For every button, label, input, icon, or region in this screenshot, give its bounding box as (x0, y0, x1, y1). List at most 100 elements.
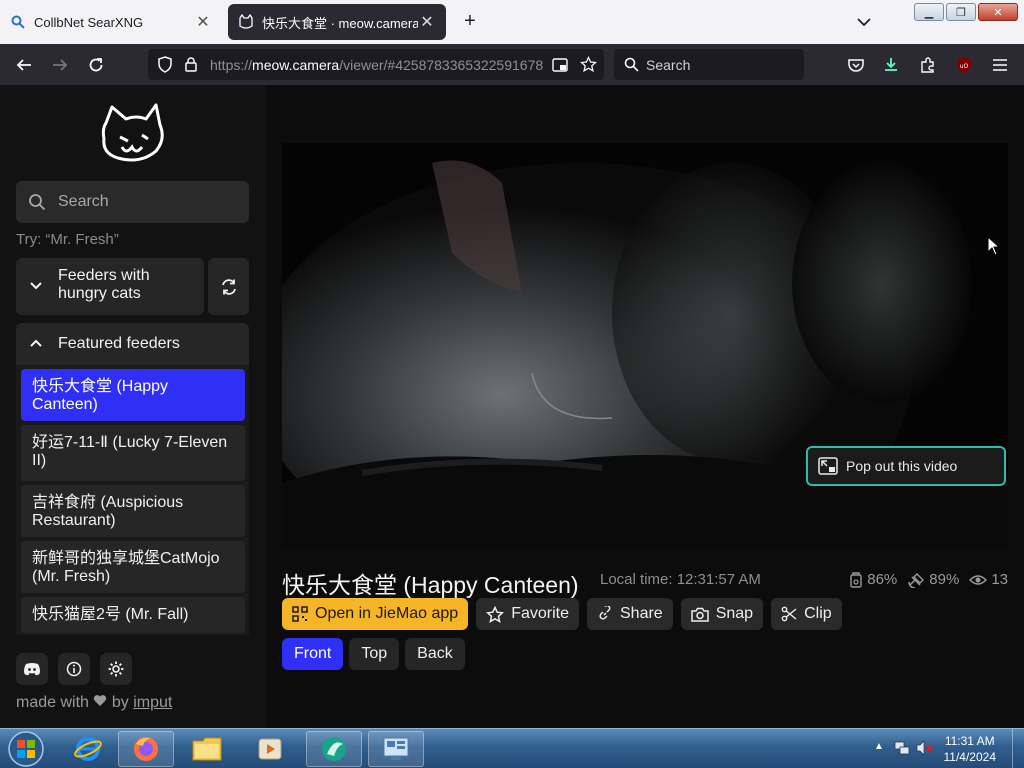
windows-orb-icon (8, 731, 44, 767)
pop-out-video-button[interactable]: Pop out this video (806, 446, 1006, 486)
video-frame (282, 143, 1008, 549)
clock-time: 11:31 AM (944, 734, 995, 748)
taskbar-internet-explorer[interactable] (60, 731, 116, 767)
info-icon (66, 661, 82, 677)
featured-feeders-toggle[interactable]: Featured feeders (16, 323, 249, 365)
restore-button[interactable]: ❐ (946, 3, 976, 21)
tab-label: CollbNet SearXNG (34, 14, 144, 30)
qr-code-icon (292, 606, 308, 622)
address-bar[interactable]: https://meow.camera/viewer/#425878336532… (148, 49, 604, 80)
list-all-tabs-button[interactable] (852, 12, 876, 32)
shield-icon[interactable] (157, 56, 173, 73)
url-host: meow.camera (252, 57, 340, 73)
heart-icon (94, 695, 107, 706)
clip-label: Clip (804, 605, 832, 622)
view-front-button[interactable]: Front (282, 638, 344, 670)
search-icon (10, 14, 26, 30)
browser-tab-bar: CollbNet SearXNG ✕ 快乐大食堂 · meow.camera ✕… (0, 0, 1024, 44)
tab-label: 快乐大食堂 · meow.camera (262, 15, 418, 31)
camera-video[interactable]: Pop out this video (282, 143, 1008, 549)
ublock-button[interactable]: uO (951, 52, 977, 78)
satellite-icon (908, 572, 925, 588)
forward-button[interactable] (47, 52, 73, 78)
web-search-field[interactable]: Search (614, 49, 804, 80)
reload-button[interactable] (83, 52, 109, 78)
picture-in-picture-icon (818, 457, 838, 475)
hungry-cats-group-toggle[interactable]: Feeders with hungry cats (16, 258, 204, 315)
taskbar-clock[interactable]: 11:31 AM 11/4/2024 (944, 733, 997, 765)
network-icon[interactable] (894, 740, 910, 756)
page-content: Search Try: “Mr. Fresh” Feeders with hun… (0, 85, 1024, 728)
featured-feeders-list: 快乐大食堂 (Happy Canteen) 好运7-11-Ⅱ (Lucky 7-… (16, 365, 249, 635)
windows-taskbar: ▲ 11:31 AM 11/4/2024 (0, 728, 1024, 768)
download-icon (885, 58, 897, 71)
view-top-button[interactable]: Top (349, 638, 400, 670)
close-tab-icon[interactable]: ✕ (418, 12, 436, 32)
feeder-item-happy-canteen[interactable]: 快乐大食堂 (Happy Canteen) (21, 369, 245, 421)
new-tab-button[interactable]: + (458, 10, 482, 33)
sidebar-footer-buttons (16, 653, 132, 685)
made-with-credit: made with by imput (16, 694, 172, 712)
menu-button[interactable] (987, 52, 1013, 78)
feeder-item-lucky-7-eleven[interactable]: 好运7-11-Ⅱ (Lucky 7-Eleven II) (21, 425, 245, 481)
food-level-value: 86% (867, 571, 898, 588)
camera-icon (690, 607, 709, 622)
system-tray: ▲ 11:31 AM 11/4/2024 (864, 729, 1024, 768)
share-button[interactable]: Share (587, 598, 673, 630)
extensions-button[interactable] (915, 52, 941, 78)
taskbar-app-active[interactable] (306, 731, 362, 767)
chevron-down-icon (30, 282, 42, 290)
chevron-up-icon (30, 339, 42, 347)
tab-meow-camera[interactable]: 快乐大食堂 · meow.camera ✕ (228, 4, 446, 40)
lock-icon[interactable] (184, 56, 198, 73)
taskbar-firefox[interactable] (118, 731, 174, 767)
minimize-button[interactable]: ▁ (914, 3, 944, 21)
star-icon (486, 605, 505, 623)
gear-icon (108, 661, 124, 677)
local-time: Local time: 12:31:57 AM (600, 571, 761, 588)
ublock-origin-icon: uO (957, 57, 971, 73)
downloads-button[interactable] (878, 52, 904, 78)
viewer-panel: Pop out this video 快乐大食堂 (Happy Canteen)… (266, 85, 1024, 728)
url-text[interactable]: https://meow.camera/viewer/#425878336532… (210, 57, 550, 73)
feeder-item-auspicious-restaurant[interactable]: 吉祥食府 (Auspicious Restaurant) (21, 485, 245, 537)
bookmark-star-icon[interactable] (580, 56, 597, 73)
clip-button[interactable]: Clip (771, 598, 842, 630)
feeder-item-mr-fall[interactable]: 快乐猫屋2号 (Mr. Fall) (21, 597, 245, 633)
feeder-item-mr-fresh[interactable]: 新鲜哥的独享城堡CatMojo (Mr. Fresh) (21, 541, 245, 593)
start-button[interactable] (4, 730, 48, 768)
feeder-search-placeholder: Search (58, 193, 109, 210)
author-link[interactable]: imput (133, 694, 172, 711)
snap-button[interactable]: Snap (680, 598, 764, 630)
taskbar-control-panel[interactable] (368, 731, 424, 767)
settings-button[interactable] (100, 653, 132, 685)
info-button[interactable] (58, 653, 90, 685)
pocket-button[interactable] (843, 52, 869, 78)
open-in-jiemao-label: Open in JieMao app (315, 605, 459, 622)
tab-searxng[interactable]: CollbNet SearXNG ✕ (0, 4, 222, 40)
show-hidden-icons-button[interactable]: ▲ (874, 741, 884, 752)
url-prefix: https:// (210, 57, 253, 73)
taskbar-media-player[interactable] (242, 731, 298, 767)
back-button[interactable] (11, 52, 37, 78)
close-window-button[interactable]: ✕ (978, 3, 1018, 21)
show-desktop-button[interactable] (1012, 729, 1024, 768)
window-controls: ▁ ❐ ✕ (914, 3, 1018, 21)
viewer-actions: Open in JieMao app Favorite Share Snap C… (282, 598, 842, 630)
favorite-button[interactable]: Favorite (476, 598, 579, 630)
meow-camera-logo[interactable] (98, 103, 168, 165)
browser-nav-bar: https://meow.camera/viewer/#425878336532… (0, 44, 1024, 85)
open-in-jiemao-button[interactable]: Open in JieMao app (282, 598, 469, 630)
share-label: Share (620, 605, 663, 622)
view-back-button[interactable]: Back (405, 638, 465, 670)
volume-muted-icon[interactable] (916, 740, 934, 756)
discord-button[interactable] (16, 653, 48, 685)
close-tab-icon[interactable]: ✕ (194, 12, 212, 32)
refresh-button[interactable] (208, 258, 249, 315)
feeder-info-row: 快乐大食堂 (Happy Canteen) Local time: 12:31:… (282, 566, 1008, 598)
featured-feeders-label: Featured feeders (58, 335, 180, 352)
reader-view-icon[interactable] (552, 57, 568, 73)
feeder-search-field[interactable]: Search (16, 181, 249, 223)
puzzle-icon (921, 57, 934, 73)
taskbar-file-explorer[interactable] (179, 731, 235, 767)
